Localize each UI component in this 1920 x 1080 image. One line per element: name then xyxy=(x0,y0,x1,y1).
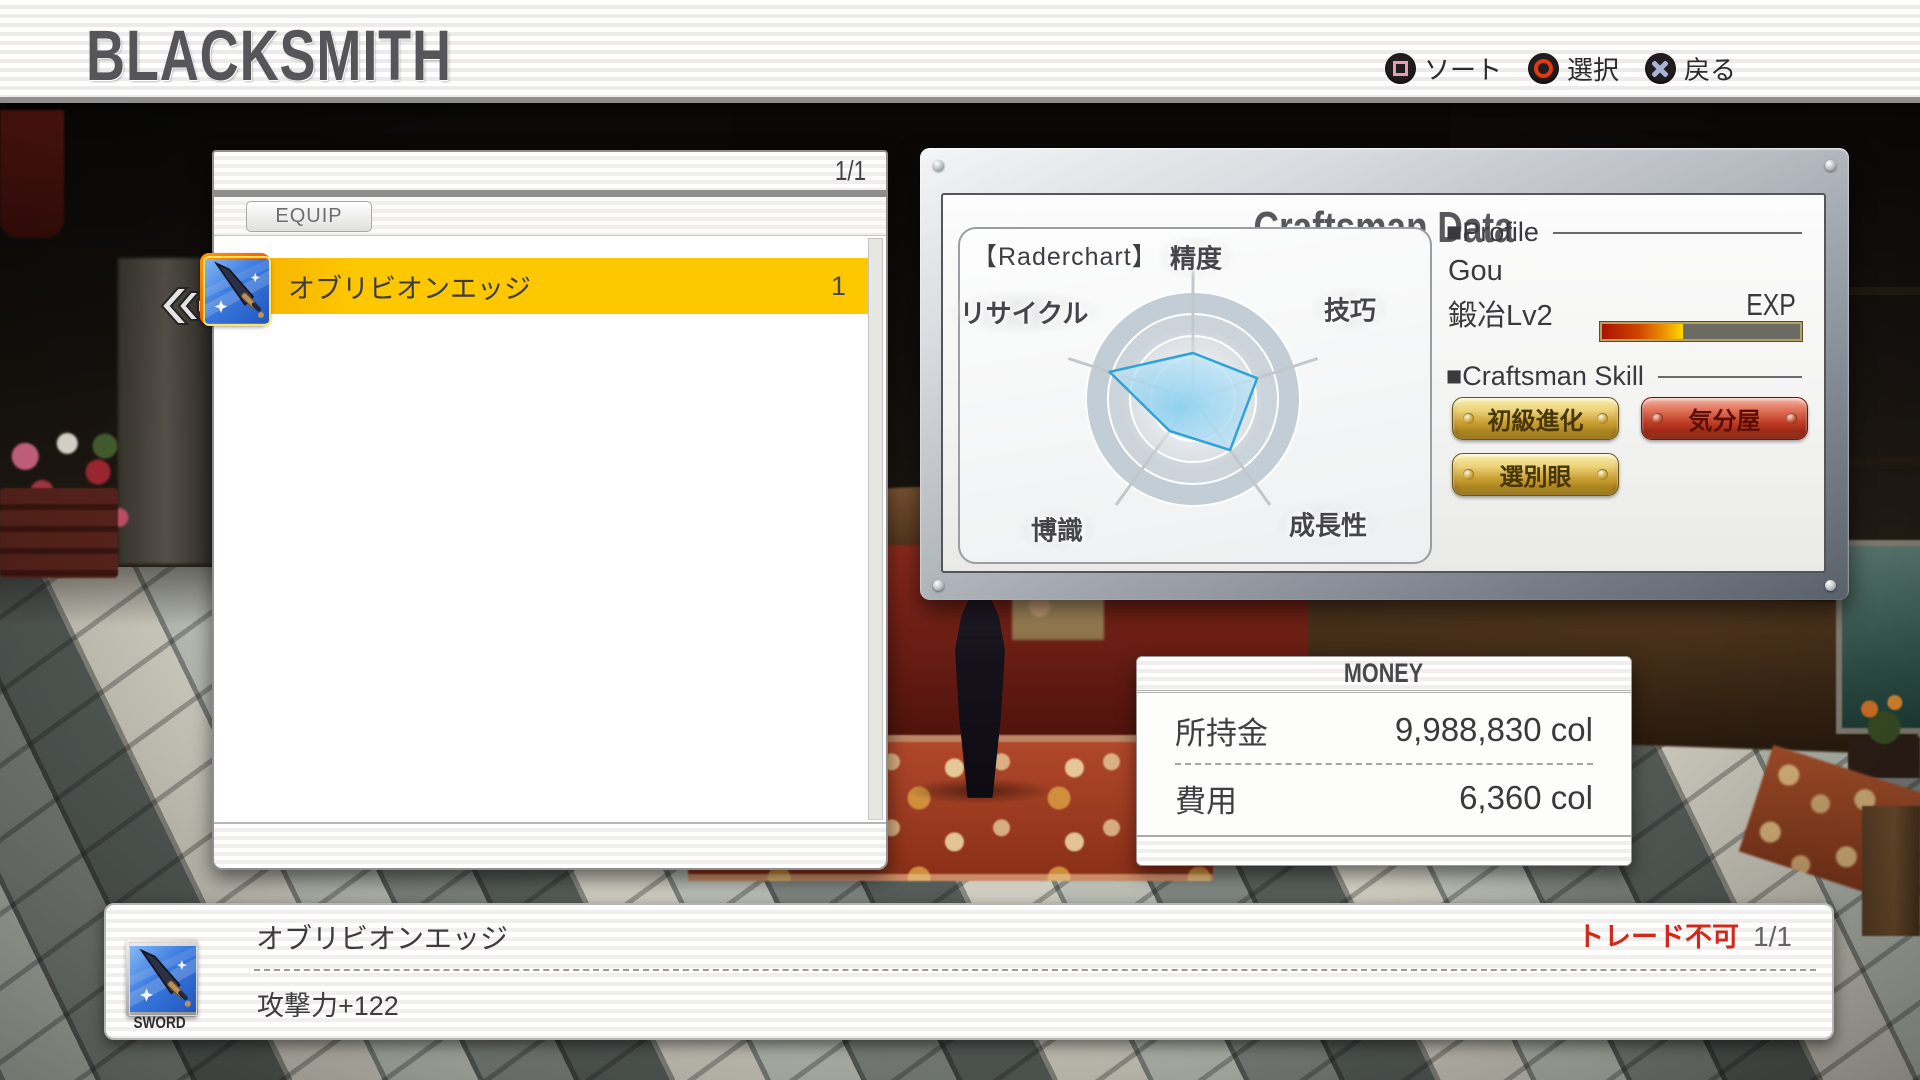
cost-value: 6,360 col xyxy=(1459,779,1593,817)
money-panel: MONEY 所持金 9,988,830 col 費用 6,360 col xyxy=(1136,656,1632,866)
profile-heading: ■Profile xyxy=(1446,217,1802,248)
back-button[interactable]: 戻る xyxy=(1645,50,1736,87)
page-indicator: 1/1 xyxy=(835,155,866,187)
money-row-cost: 費用 6,360 col xyxy=(1175,765,1593,831)
list-scrollbar[interactable] xyxy=(868,238,883,820)
rivet-icon xyxy=(1597,469,1608,480)
craftsman-skill-list: 初級進化 気分屋 選別眼 xyxy=(1452,397,1812,496)
money-body: 所持金 9,988,830 col 費用 6,360 col xyxy=(1137,693,1631,835)
money-footer xyxy=(1137,835,1631,865)
radar-axis-label: 技巧 xyxy=(1312,288,1388,331)
square-button-icon xyxy=(1385,53,1416,84)
rivet-icon xyxy=(933,580,944,591)
detail-item-icon-frame xyxy=(126,939,198,1017)
tab-equip[interactable]: EQUIP xyxy=(246,201,372,232)
holdings-label: 所持金 xyxy=(1175,708,1268,753)
list-footer xyxy=(214,822,886,868)
stack-count: 1/1 xyxy=(1753,921,1792,953)
radar-axis-label: リサイクル xyxy=(948,291,1101,334)
page-title: BLACKSMITH xyxy=(86,14,452,96)
list-item-oblivion-edge[interactable]: オブリビオンエッジ 1 xyxy=(214,258,868,314)
radar-axis-label: 成長性 xyxy=(1277,503,1379,546)
trade-flag: トレード不可 xyxy=(1577,915,1739,954)
exp-fill xyxy=(1602,324,1683,339)
radar-axis-label: 博識 xyxy=(1019,508,1095,551)
sort-label: ソート xyxy=(1424,50,1502,87)
item-name: オブリビオンエッジ xyxy=(288,267,531,306)
rivet-icon xyxy=(1463,469,1474,480)
craftsman-data-panel: Craftsman Data 【Raderchart】 xyxy=(920,148,1849,600)
skill-badge-shokyu-shinka: 初級進化 xyxy=(1452,397,1619,440)
rivet-icon xyxy=(1463,413,1474,424)
radar-chart-title: 【Raderchart】 xyxy=(972,237,1158,273)
blacksmith-screen: BLACKSMITH ソート 選択 戻る 1/1 EQUIP xyxy=(0,0,1920,1080)
money-title: MONEY xyxy=(1137,657,1631,693)
controller-hints: ソート 選択 戻る xyxy=(1385,50,1736,87)
sword-item-icon xyxy=(203,256,271,326)
item-category-label: SWORD xyxy=(120,1013,200,1033)
rivet-icon xyxy=(1786,413,1797,424)
skill-badge-senbetsugan: 選別眼 xyxy=(1452,453,1619,496)
detail-divider xyxy=(254,969,1816,971)
craftsman-inner-panel: Craftsman Data 【Raderchart】 xyxy=(941,193,1826,573)
detail-item-name: オブリビオンエッジ xyxy=(256,917,508,957)
radar-axis-label: 精度 xyxy=(1158,236,1234,279)
item-count: 1 xyxy=(831,271,846,302)
rivet-icon xyxy=(1597,413,1608,424)
item-list: オブリビオンエッジ 1 xyxy=(214,236,886,822)
exp-bar xyxy=(1600,322,1802,341)
craftsman-info-column: ■Profile Gou 鍛冶Lv2 EXP ■Craftsman Skill … xyxy=(1446,195,1802,571)
cost-label: 費用 xyxy=(1175,776,1237,821)
list-divider xyxy=(214,190,886,197)
rivet-icon xyxy=(1825,580,1836,591)
detail-meta: トレード不可 1/1 xyxy=(1577,915,1792,954)
holdings-value: 9,988,830 col xyxy=(1395,711,1593,749)
select-button[interactable]: 選択 xyxy=(1528,50,1619,87)
money-row-holdings: 所持金 9,988,830 col xyxy=(1175,697,1593,763)
craftsman-skill-heading: ■Craftsman Skill xyxy=(1446,361,1802,392)
rivet-icon xyxy=(1652,413,1663,424)
select-label: 選択 xyxy=(1567,50,1619,87)
skill-badge-kibunya: 気分屋 xyxy=(1641,397,1808,440)
exp-label: EXP xyxy=(1740,287,1802,323)
rivet-icon xyxy=(1825,160,1836,171)
detail-item-stat: 攻撃力+122 xyxy=(257,984,399,1023)
item-detail-bar: SWORD オブリビオンエッジ 攻撃力+122 トレード不可 1/1 xyxy=(104,903,1834,1040)
list-header: 1/1 xyxy=(214,152,886,190)
sort-button[interactable]: ソート xyxy=(1385,50,1502,87)
sword-item-icon xyxy=(129,942,197,1016)
back-label: 戻る xyxy=(1684,50,1736,87)
craftsman-name: Gou xyxy=(1448,255,1503,288)
scrollbar-thumb[interactable] xyxy=(869,239,882,820)
rivet-icon xyxy=(933,160,944,171)
circle-button-icon xyxy=(1528,53,1559,84)
list-tab-row: EQUIP xyxy=(214,197,886,236)
header-bar: BLACKSMITH ソート 選択 戻る xyxy=(0,0,1920,103)
radar-chart-box: 【Raderchart】 xyxy=(958,227,1432,564)
item-list-panel: 1/1 EQUIP xyxy=(212,150,888,870)
craftsman-level: 鍛冶Lv2 xyxy=(1448,292,1553,334)
cross-button-icon xyxy=(1645,53,1676,84)
item-icon-frame xyxy=(200,253,270,325)
